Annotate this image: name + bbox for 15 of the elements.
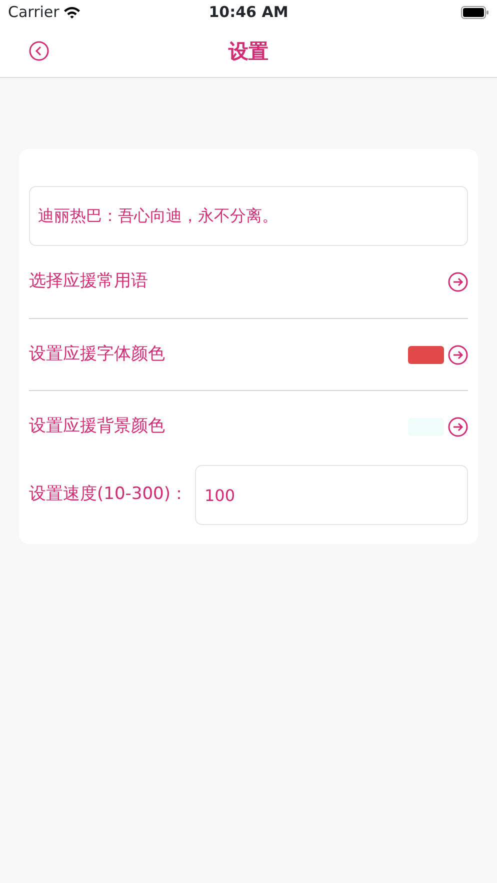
carrier-text: Carrier <box>8 2 60 24</box>
arrow-button[interactable] <box>448 344 468 364</box>
field-label: 设置速度(10-300)： <box>29 483 188 506</box>
message-field[interactable]: 迪丽热巴：吾心向迪，永不分离。 <box>29 186 468 246</box>
page-title: 设置 <box>228 38 268 65</box>
clock-time: 10:46 AM <box>208 2 288 24</box>
speed-field[interactable]: 100 <box>195 465 468 525</box>
arrow-button[interactable] <box>448 416 468 436</box>
back-button[interactable] <box>29 41 49 61</box>
wifi-icon <box>63 6 82 19</box>
arrow-button[interactable] <box>448 272 468 292</box>
setting-label: 选择应援常用语 <box>29 270 148 294</box>
battery-icon <box>461 6 489 19</box>
setting-label: 设置应援字体颜色 <box>29 342 165 366</box>
setting-label: 设置应援背景颜色 <box>29 414 165 438</box>
